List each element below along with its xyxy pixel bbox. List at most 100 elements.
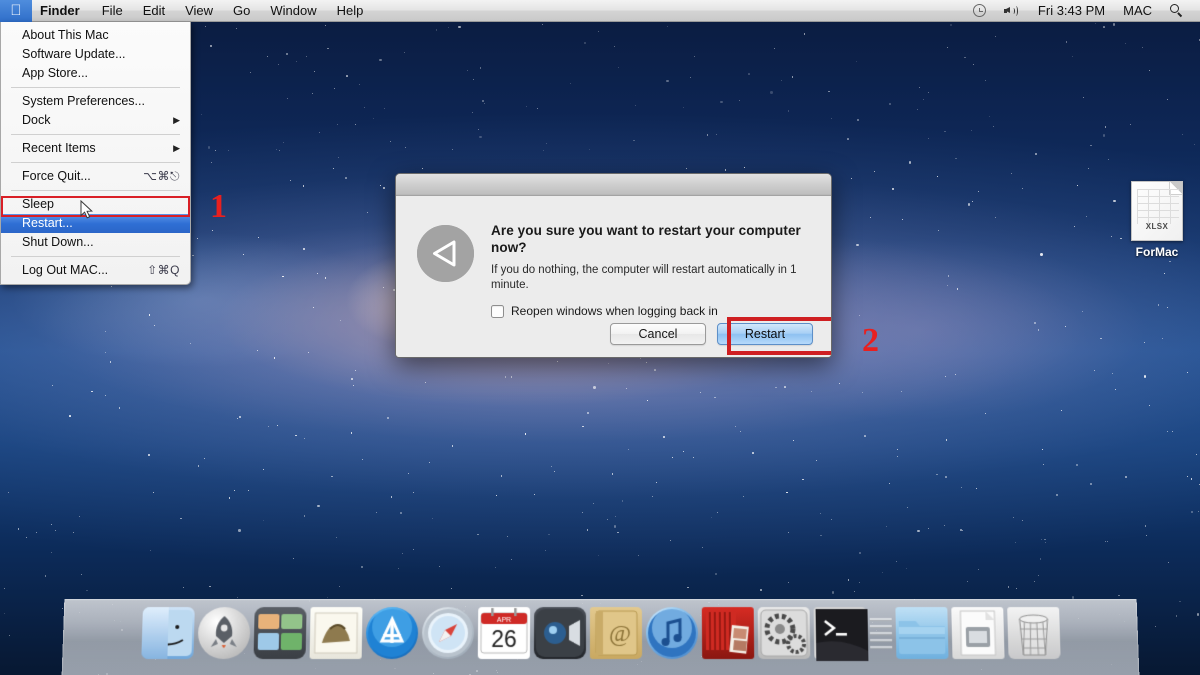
menu-bar-item-edit[interactable]: Edit [133,0,175,22]
dialog-button-row: Cancel Restart [610,323,813,345]
annotation-step-1: 1 [210,188,227,225]
dock-item-calendar[interactable]: APR 26 [477,607,530,660]
submenu-chevron-right-icon: ▶ [173,143,180,153]
dock: APR 26 @ [61,599,1140,675]
dock-item-mail[interactable] [309,607,362,660]
apple-menu-item-label: Sleep [22,197,54,211]
menu-bar-item-help[interactable]: Help [327,0,374,22]
apple-menu-item-app-store[interactable]: App Store... [1,64,190,83]
apple-menu-item-recent-items[interactable]: Recent Items ▶ [1,139,190,158]
volume-speaker-icon[interactable] [995,0,1029,22]
dialog-text-block: Are you sure you want to restart your co… [491,222,813,318]
cancel-button[interactable]: Cancel [610,323,706,345]
menu-separator [11,256,180,257]
time-machine-icon[interactable] [964,0,995,22]
apple-menu-button[interactable]:  [0,0,32,22]
documents-folder-icon [894,607,949,660]
dialog-title-bar[interactable] [396,174,831,196]
system-preferences-icon [757,607,810,660]
mail-icon [309,607,362,660]
dock-item-terminal[interactable] [813,607,868,662]
menu-bar-item-view[interactable]: View [175,0,223,22]
apple-menu-item-label: Software Update... [22,47,126,61]
apple-menu-item-label: Force Quit... [22,169,91,183]
svg-text:@: @ [608,621,630,647]
apple-menu-item-sleep[interactable]: Sleep [1,195,190,214]
menu-bar-item-finder[interactable]: Finder [32,0,92,22]
dock-item-documents-folder[interactable] [894,607,949,660]
file-extension-label: XLSX [1145,222,1169,231]
dialog-body: Are you sure you want to restart your co… [396,196,831,357]
downloads-stack-icon [950,607,1005,660]
apple-menu-item-software-update[interactable]: Software Update... [1,45,190,64]
apple-logo-icon:  [10,3,21,18]
desktop-file-icon-formac[interactable]: XLSX ForMac [1122,181,1192,259]
restart-arrow-icon [417,225,474,282]
menu-separator [11,87,180,88]
dialog-subtext: If you do nothing, the computer will res… [491,264,797,291]
apple-menu-item-label: Dock [22,113,51,127]
restart-confirmation-dialog: Are you sure you want to restart your co… [395,173,832,358]
dock-item-launchpad[interactable] [196,607,251,660]
mouse-cursor-icon [80,200,94,219]
apple-menu-item-log-out-mac[interactable]: Log Out MAC... ⇧⌘Q [1,261,190,280]
apple-menu-item-shortcut: ⌥⌘⎋ [143,169,180,183]
dock-item-itunes[interactable] [645,607,698,660]
menu-separator [11,162,180,163]
apple-menu-item-label: System Preferences... [22,94,145,108]
dock-item-contacts[interactable]: @ [589,607,642,660]
reopen-windows-checkbox[interactable] [491,304,504,318]
menu-bar-status-area: Fri 3:43 PM MAC [964,0,1200,22]
dock-item-iphoto[interactable] [701,607,754,660]
desktop-file-name-label: ForMac [1135,245,1179,259]
apple-menu-item-dock[interactable]: Dock ▶ [1,111,190,130]
facetime-icon [533,607,586,660]
menu-bar-items: Finder File Edit View Go Window Help [32,0,373,22]
dock-item-finder[interactable] [140,607,195,660]
dock-item-safari[interactable] [421,607,474,660]
apple-menu-item-label: Recent Items [22,141,96,155]
iphoto-icon [701,607,754,660]
launchpad-icon [196,607,251,660]
submenu-chevron-right-icon: ▶ [173,115,180,125]
apple-menu-item-label: Shut Down... [22,235,94,249]
apple-menu-item-label: About This Mac [22,28,109,42]
menu-bar-item-go[interactable]: Go [223,0,260,22]
apple-menu-item-label: App Store... [22,66,89,80]
dock-item-mission-control[interactable] [252,607,307,660]
annotation-step-2: 2 [862,322,879,359]
dock-item-trash[interactable] [1006,607,1061,660]
restart-button[interactable]: Restart [717,323,813,345]
apple-menu-item-shut-down[interactable]: Shut Down... [1,233,190,252]
menu-bar:  FinderFileEditViewGoWindowHelp Fri 3:4… [0,0,1200,22]
reopen-windows-label: Reopen windows when logging back in [511,304,718,318]
apple-menu-item-system-preferences[interactable]: System Preferences... [1,92,190,111]
contacts-icon: @ [589,607,642,660]
app-store-icon [365,607,418,660]
safari-icon [421,607,474,660]
trash-icon [1006,607,1061,660]
dialog-heading: Are you sure you want to restart your co… [491,223,801,255]
apple-menu-item-label: Log Out MAC... [22,263,109,277]
finder-icon [140,607,195,660]
apple-menu-item-force-quit[interactable]: Force Quit... ⌥⌘⎋ [1,167,190,186]
apple-menu-item-restart[interactable]: Restart... [1,214,190,233]
menu-bar-item-file[interactable]: File [92,0,133,22]
mission-control-icon [252,607,307,660]
menu-bar-user[interactable]: MAC [1114,0,1161,22]
itunes-icon [645,607,698,660]
menu-separator [11,134,180,135]
menu-bar-item-window[interactable]: Window [260,0,326,22]
spotlight-search-icon[interactable] [1161,0,1192,22]
dock-item-system-preferences[interactable] [757,607,810,660]
dock-item-app-store[interactable] [365,607,418,660]
menu-bar-clock[interactable]: Fri 3:43 PM [1029,0,1114,22]
xlsx-file-icon: XLSX [1131,181,1183,241]
dock-item-facetime[interactable] [533,607,586,660]
menu-separator [11,190,180,191]
apple-menu-item-about-this-mac[interactable]: About This Mac [1,26,190,45]
dock-item-downloads-stack[interactable] [950,607,1005,660]
svg-text:26: 26 [491,626,517,652]
reopen-windows-checkbox-row[interactable]: Reopen windows when logging back in [491,304,813,318]
apple-dropdown-menu: About This Mac Software Update... App Stor… [0,22,191,285]
